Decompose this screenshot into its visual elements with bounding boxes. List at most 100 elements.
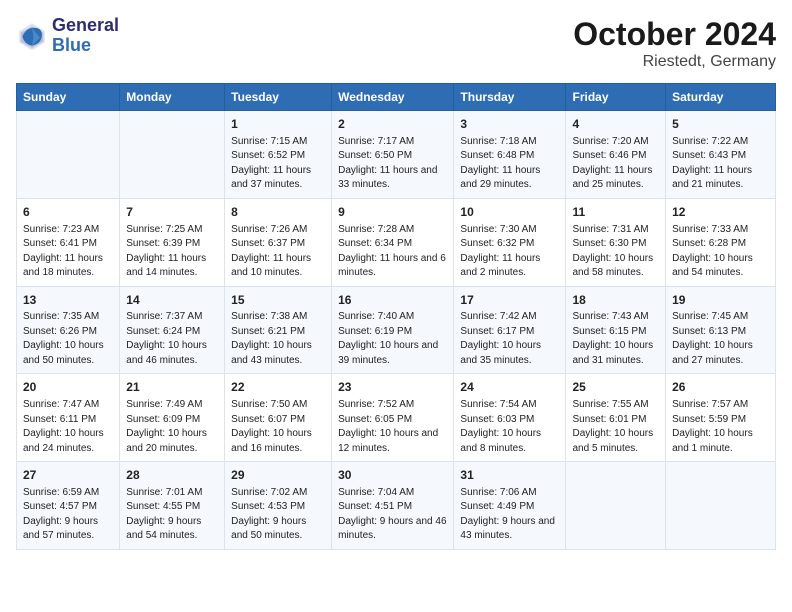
day-number: 30 <box>338 467 447 484</box>
cell-content: Sunrise: 7:22 AM Sunset: 6:43 PM Dayligh… <box>672 135 769 193</box>
cell-content: Sunrise: 7:37 AM Sunset: 6:24 PM Dayligh… <box>126 310 218 368</box>
cell-content: Sunrise: 7:01 AM Sunset: 4:55 PM Dayligh… <box>126 486 218 544</box>
cell-content: Sunrise: 7:45 AM Sunset: 6:13 PM Dayligh… <box>672 310 769 368</box>
calendar-header-row: SundayMondayTuesdayWednesdayThursdayFrid… <box>17 84 776 111</box>
calendar-cell: 10Sunrise: 7:30 AM Sunset: 6:32 PM Dayli… <box>454 198 566 286</box>
cell-content: Sunrise: 7:02 AM Sunset: 4:53 PM Dayligh… <box>231 486 325 544</box>
calendar-table: SundayMondayTuesdayWednesdayThursdayFrid… <box>16 83 776 550</box>
day-number: 25 <box>572 379 659 396</box>
cell-content: Sunrise: 7:52 AM Sunset: 6:05 PM Dayligh… <box>338 398 447 456</box>
logo: General Blue <box>16 16 119 56</box>
calendar-cell: 23 Sunrise: 7:52 AM Sunset: 6:05 PM Dayli… <box>332 374 454 462</box>
calendar-week-row: 13Sunrise: 7:35 AM Sunset: 6:26 PM Dayli… <box>17 286 776 374</box>
calendar-cell: 31Sunrise: 7:06 AM Sunset: 4:49 PM Dayli… <box>454 462 566 550</box>
cell-content: Sunrise: 7:49 AM Sunset: 6:09 PM Dayligh… <box>126 398 218 456</box>
calendar-cell: 6Sunrise: 7:23 AM Sunset: 6:41 PM Daylig… <box>17 198 120 286</box>
calendar-cell: 24 Sunrise: 7:54 AM Sunset: 6:03 PM Dayli… <box>454 374 566 462</box>
cell-content: Sunrise: 7:54 AM Sunset: 6:03 PM Dayligh… <box>460 398 559 456</box>
calendar-cell: 21 Sunrise: 7:49 AM Sunset: 6:09 PM Dayli… <box>120 374 225 462</box>
day-number: 29 <box>231 467 325 484</box>
header-day-friday: Friday <box>566 84 666 111</box>
cell-content: Sunrise: 7:25 AM Sunset: 6:39 PM Dayligh… <box>126 223 218 281</box>
cell-content: Sunrise: 7:50 AM Sunset: 6:07 PM Dayligh… <box>231 398 325 456</box>
cell-content: Sunrise: 7:26 AM Sunset: 6:37 PM Dayligh… <box>231 223 325 281</box>
calendar-cell: 1 Sunrise: 7:15 AM Sunset: 6:52 PM Daylig… <box>225 111 332 199</box>
calendar-cell: 29 Sunrise: 7:02 AM Sunset: 4:53 PM Dayli… <box>225 462 332 550</box>
calendar-title: October 2024 <box>573 16 776 53</box>
calendar-cell: 8 Sunrise: 7:26 AM Sunset: 6:37 PM Daylig… <box>225 198 332 286</box>
logo-icon <box>16 20 48 52</box>
calendar-cell: 19Sunrise: 7:45 AM Sunset: 6:13 PM Dayli… <box>666 286 776 374</box>
cell-content: Sunrise: 7:30 AM Sunset: 6:32 PM Dayligh… <box>460 223 559 281</box>
cell-content: Sunrise: 7:33 AM Sunset: 6:28 PM Dayligh… <box>672 223 769 281</box>
cell-content: Sunrise: 7:57 AM Sunset: 5:59 PM Dayligh… <box>672 398 769 456</box>
cell-content: Sunrise: 7:15 AM Sunset: 6:52 PM Dayligh… <box>231 135 325 193</box>
day-number: 19 <box>672 292 769 309</box>
calendar-cell: 14Sunrise: 7:37 AM Sunset: 6:24 PM Dayli… <box>120 286 225 374</box>
cell-content: Sunrise: 7:47 AM Sunset: 6:11 PM Dayligh… <box>23 398 113 456</box>
header-day-saturday: Saturday <box>666 84 776 111</box>
day-number: 16 <box>338 292 447 309</box>
day-number: 2 <box>338 116 447 133</box>
cell-content: Sunrise: 7:23 AM Sunset: 6:41 PM Dayligh… <box>23 223 113 281</box>
cell-content: Sunrise: 7:06 AM Sunset: 4:49 PM Dayligh… <box>460 486 559 544</box>
day-number: 4 <box>572 116 659 133</box>
day-number: 17 <box>460 292 559 309</box>
cell-content: Sunrise: 7:04 AM Sunset: 4:51 PM Dayligh… <box>338 486 447 544</box>
calendar-cell: 9 Sunrise: 7:28 AM Sunset: 6:34 PM Daylig… <box>332 198 454 286</box>
day-number: 9 <box>338 204 447 221</box>
logo-line2: Blue <box>52 36 119 56</box>
day-number: 12 <box>672 204 769 221</box>
logo-line1: General <box>52 16 119 36</box>
cell-content: Sunrise: 6:59 AM Sunset: 4:57 PM Dayligh… <box>23 486 113 544</box>
day-number: 28 <box>126 467 218 484</box>
calendar-cell: 15Sunrise: 7:38 AM Sunset: 6:21 PM Dayli… <box>225 286 332 374</box>
calendar-cell: 16Sunrise: 7:40 AM Sunset: 6:19 PM Dayli… <box>332 286 454 374</box>
calendar-cell: 2 Sunrise: 7:17 AM Sunset: 6:50 PM Daylig… <box>332 111 454 199</box>
calendar-cell: 18Sunrise: 7:43 AM Sunset: 6:15 PM Dayli… <box>566 286 666 374</box>
day-number: 23 <box>338 379 447 396</box>
calendar-week-row: 6Sunrise: 7:23 AM Sunset: 6:41 PM Daylig… <box>17 198 776 286</box>
day-number: 11 <box>572 204 659 221</box>
calendar-cell: 11 Sunrise: 7:31 AM Sunset: 6:30 PM Dayli… <box>566 198 666 286</box>
cell-content: Sunrise: 7:38 AM Sunset: 6:21 PM Dayligh… <box>231 310 325 368</box>
day-number: 21 <box>126 379 218 396</box>
calendar-cell: 4 Sunrise: 7:20 AM Sunset: 6:46 PM Daylig… <box>566 111 666 199</box>
calendar-cell: 30 Sunrise: 7:04 AM Sunset: 4:51 PM Dayli… <box>332 462 454 550</box>
calendar-cell <box>666 462 776 550</box>
calendar-cell: 20Sunrise: 7:47 AM Sunset: 6:11 PM Dayli… <box>17 374 120 462</box>
cell-content: Sunrise: 7:35 AM Sunset: 6:26 PM Dayligh… <box>23 310 113 368</box>
calendar-cell: 22Sunrise: 7:50 AM Sunset: 6:07 PM Dayli… <box>225 374 332 462</box>
cell-content: Sunrise: 7:18 AM Sunset: 6:48 PM Dayligh… <box>460 135 559 193</box>
calendar-week-row: 1 Sunrise: 7:15 AM Sunset: 6:52 PM Daylig… <box>17 111 776 199</box>
cell-content: Sunrise: 7:20 AM Sunset: 6:46 PM Dayligh… <box>572 135 659 193</box>
day-number: 5 <box>672 116 769 133</box>
header-day-wednesday: Wednesday <box>332 84 454 111</box>
day-number: 14 <box>126 292 218 309</box>
day-number: 15 <box>231 292 325 309</box>
day-number: 8 <box>231 204 325 221</box>
day-number: 18 <box>572 292 659 309</box>
cell-content: Sunrise: 7:55 AM Sunset: 6:01 PM Dayligh… <box>572 398 659 456</box>
day-number: 27 <box>23 467 113 484</box>
cell-content: Sunrise: 7:31 AM Sunset: 6:30 PM Dayligh… <box>572 223 659 281</box>
logo-text: General Blue <box>52 16 119 56</box>
cell-content: Sunrise: 7:28 AM Sunset: 6:34 PM Dayligh… <box>338 223 447 281</box>
day-number: 26 <box>672 379 769 396</box>
calendar-cell <box>566 462 666 550</box>
calendar-cell: 28 Sunrise: 7:01 AM Sunset: 4:55 PM Dayli… <box>120 462 225 550</box>
day-number: 7 <box>126 204 218 221</box>
calendar-cell: 12 Sunrise: 7:33 AM Sunset: 6:28 PM Dayli… <box>666 198 776 286</box>
title-block: October 2024 Riestedt, Germany <box>573 16 776 71</box>
calendar-week-row: 27 Sunrise: 6:59 AM Sunset: 4:57 PM Dayli… <box>17 462 776 550</box>
header-day-thursday: Thursday <box>454 84 566 111</box>
calendar-cell: 27 Sunrise: 6:59 AM Sunset: 4:57 PM Dayli… <box>17 462 120 550</box>
cell-content: Sunrise: 7:17 AM Sunset: 6:50 PM Dayligh… <box>338 135 447 193</box>
cell-content: Sunrise: 7:43 AM Sunset: 6:15 PM Dayligh… <box>572 310 659 368</box>
calendar-week-row: 20Sunrise: 7:47 AM Sunset: 6:11 PM Dayli… <box>17 374 776 462</box>
day-number: 1 <box>231 116 325 133</box>
calendar-cell <box>17 111 120 199</box>
day-number: 24 <box>460 379 559 396</box>
calendar-cell <box>120 111 225 199</box>
header-day-tuesday: Tuesday <box>225 84 332 111</box>
